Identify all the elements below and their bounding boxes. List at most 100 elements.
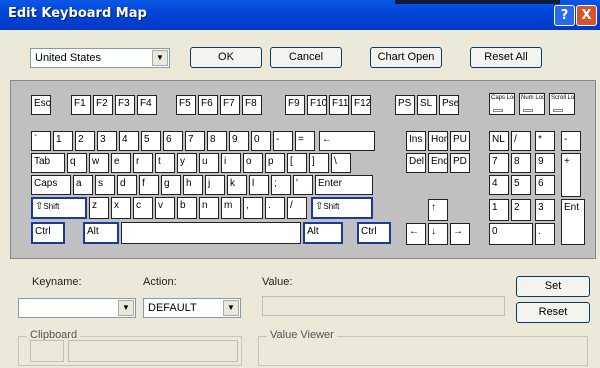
- key-pu[interactable]: PU: [450, 131, 470, 151]
- numpad-1[interactable]: 1: [489, 199, 509, 221]
- key-9[interactable]: 9: [229, 131, 249, 151]
- key-l[interactable]: l: [249, 175, 269, 195]
- key-a[interactable]: a: [73, 175, 93, 195]
- key-symbol[interactable]: `: [31, 131, 51, 151]
- chevron-down-icon[interactable]: ▼: [223, 300, 239, 316]
- chart-open-button[interactable]: Chart Open: [370, 47, 442, 68]
- key-arrow-left[interactable]: ←: [406, 223, 426, 245]
- close-button[interactable]: X: [576, 5, 597, 26]
- key-right-ctrl[interactable]: Ctrl: [357, 222, 391, 244]
- key-del[interactable]: Del: [406, 153, 426, 173]
- key-left-alt[interactable]: Alt: [83, 222, 119, 244]
- key-3[interactable]: 3: [97, 131, 117, 151]
- key-8[interactable]: 8: [207, 131, 227, 151]
- key-left-ctrl[interactable]: Ctrl: [31, 222, 65, 244]
- numpad-2[interactable]: 2: [511, 199, 531, 221]
- numpad-slash[interactable]: /: [511, 131, 531, 151]
- key-symbol[interactable]: .: [265, 197, 285, 219]
- numpad-4[interactable]: 4: [489, 175, 509, 195]
- key-b[interactable]: b: [177, 197, 197, 219]
- numpad-asterisk[interactable]: *: [535, 131, 555, 151]
- key-sl[interactable]: SL: [417, 95, 437, 115]
- key-f7[interactable]: F7: [220, 95, 240, 115]
- key-7[interactable]: 7: [185, 131, 205, 151]
- key-symbol[interactable]: ;: [271, 175, 291, 195]
- numpad-plus[interactable]: +: [561, 153, 581, 197]
- key-5[interactable]: 5: [141, 131, 161, 151]
- key-m[interactable]: m: [221, 197, 241, 219]
- keyname-select[interactable]: ▼: [18, 298, 136, 318]
- numpad-0[interactable]: 0: [489, 223, 533, 245]
- key-r[interactable]: r: [133, 153, 153, 173]
- key-j[interactable]: j: [205, 175, 225, 195]
- indicator-num-lock[interactable]: Num Lock: [519, 93, 545, 115]
- key-enter[interactable]: Enter: [315, 175, 373, 195]
- key-4[interactable]: 4: [119, 131, 139, 151]
- locale-select[interactable]: United States ▼: [30, 48, 170, 68]
- key-f1[interactable]: F1: [71, 95, 91, 115]
- key-d[interactable]: d: [117, 175, 137, 195]
- key-f11[interactable]: F11: [329, 95, 349, 115]
- numpad-decimal[interactable]: .: [535, 223, 555, 245]
- key-f9[interactable]: F9: [285, 95, 305, 115]
- cancel-button[interactable]: Cancel: [270, 47, 342, 68]
- numpad-7[interactable]: 7: [489, 153, 509, 173]
- reset-all-button[interactable]: Reset All: [470, 47, 542, 68]
- key-f12[interactable]: F12: [351, 95, 371, 115]
- help-button[interactable]: ?: [554, 5, 575, 26]
- key-1[interactable]: 1: [53, 131, 73, 151]
- key-6[interactable]: 6: [163, 131, 183, 151]
- reset-button[interactable]: Reset: [516, 302, 590, 323]
- numpad-5[interactable]: 5: [511, 175, 531, 195]
- key-hom[interactable]: Hom: [428, 131, 448, 151]
- indicator-caps-lock[interactable]: Caps Lock: [489, 93, 515, 115]
- key-f2[interactable]: F2: [93, 95, 113, 115]
- key-end[interactable]: End: [428, 153, 448, 173]
- key-caps[interactable]: Caps: [31, 175, 71, 195]
- key-y[interactable]: y: [177, 153, 197, 173]
- key-f4[interactable]: F4: [137, 95, 157, 115]
- value-field[interactable]: [262, 296, 505, 316]
- key-right-shift[interactable]: ⇧Shift: [311, 197, 373, 219]
- key-n[interactable]: n: [199, 197, 219, 219]
- key-x[interactable]: x: [111, 197, 131, 219]
- key-ps[interactable]: PS: [395, 95, 415, 115]
- key-g[interactable]: g: [161, 175, 181, 195]
- key-0[interactable]: 0: [251, 131, 271, 151]
- key-symbol[interactable]: [: [287, 153, 307, 173]
- numpad-minus[interactable]: -: [561, 131, 581, 151]
- key-arrow-down[interactable]: ↓: [428, 223, 448, 245]
- key-symbol[interactable]: =: [295, 131, 315, 151]
- key-h[interactable]: h: [183, 175, 203, 195]
- key-backspace[interactable]: ←: [319, 131, 375, 151]
- key-2[interactable]: 2: [75, 131, 95, 151]
- key-f[interactable]: f: [139, 175, 159, 195]
- key-left-shift[interactable]: ⇧Shift: [31, 197, 87, 219]
- key-k[interactable]: k: [227, 175, 247, 195]
- set-button[interactable]: Set: [516, 276, 590, 297]
- ok-button[interactable]: OK: [190, 47, 262, 68]
- chevron-down-icon[interactable]: ▼: [152, 50, 168, 66]
- key-t[interactable]: t: [155, 153, 175, 173]
- key-f8[interactable]: F8: [242, 95, 262, 115]
- key-arrow-up[interactable]: ↑: [428, 199, 448, 221]
- key-f6[interactable]: F6: [198, 95, 218, 115]
- key-backslash[interactable]: \: [331, 153, 351, 173]
- numpad-8[interactable]: 8: [511, 153, 531, 173]
- key-v[interactable]: v: [155, 197, 175, 219]
- key-esc[interactable]: Esc: [31, 95, 51, 115]
- key-f10[interactable]: F10: [307, 95, 327, 115]
- chevron-down-icon[interactable]: ▼: [118, 300, 134, 316]
- key-pd[interactable]: PD: [450, 153, 470, 173]
- key-s[interactable]: s: [95, 175, 115, 195]
- key-right-alt[interactable]: Alt: [303, 222, 343, 244]
- key-symbol[interactable]: -: [273, 131, 293, 151]
- key-symbol[interactable]: /: [287, 197, 307, 219]
- key-f5[interactable]: F5: [176, 95, 196, 115]
- key-space[interactable]: [121, 222, 301, 244]
- key-f3[interactable]: F3: [115, 95, 135, 115]
- numpad-3[interactable]: 3: [535, 199, 555, 221]
- action-select[interactable]: DEFAULT ▼: [143, 298, 241, 318]
- key-arrow-right[interactable]: →: [450, 223, 470, 245]
- key-w[interactable]: w: [89, 153, 109, 173]
